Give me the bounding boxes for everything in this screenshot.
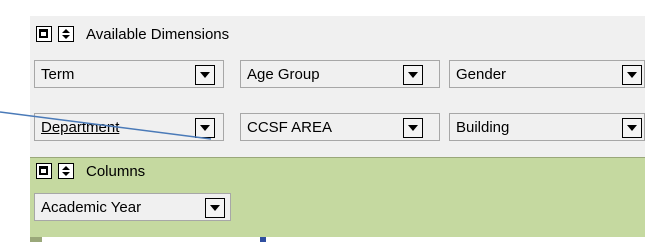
sort-arrows-icon[interactable] [58,26,74,42]
sort-arrows-icon[interactable] [58,163,74,179]
columns-title: Columns [86,162,146,180]
dimension-label: Department [41,118,120,136]
window-toggle-icon[interactable] [36,26,52,42]
dropdown-arrow-icon[interactable] [205,198,225,218]
available-dimensions-header: Available Dimensions [36,22,229,46]
dimension-term[interactable]: Term [34,60,224,88]
columns-header: Columns [36,159,145,183]
dropdown-arrow-icon[interactable] [403,118,423,138]
column-academic-year[interactable]: Academic Year [34,193,231,221]
bottom-grid-strip [30,237,645,242]
available-dimensions-title: Available Dimensions [86,25,230,43]
dimension-label: Term [41,65,75,83]
dimension-label: CCSF AREA [247,118,333,136]
column-label: Academic Year [41,198,142,216]
dimension-label: Building [456,118,510,136]
dimension-building[interactable]: Building [449,113,645,141]
dimension-department[interactable]: Department [34,113,224,141]
window-toggle-icon[interactable] [36,163,52,179]
dimension-ccsf-area[interactable]: CCSF AREA [240,113,440,141]
dimension-label: Age Group [247,65,320,83]
dropdown-arrow-icon[interactable] [622,118,642,138]
dimension-label: Gender [456,65,507,83]
dropdown-arrow-icon[interactable] [622,65,642,85]
dimension-age-group[interactable]: Age Group [240,60,440,88]
dropdown-arrow-icon[interactable] [403,65,423,85]
dropdown-arrow-icon[interactable] [195,118,215,138]
dropdown-arrow-icon[interactable] [195,65,215,85]
dimension-gender[interactable]: Gender [449,60,645,88]
